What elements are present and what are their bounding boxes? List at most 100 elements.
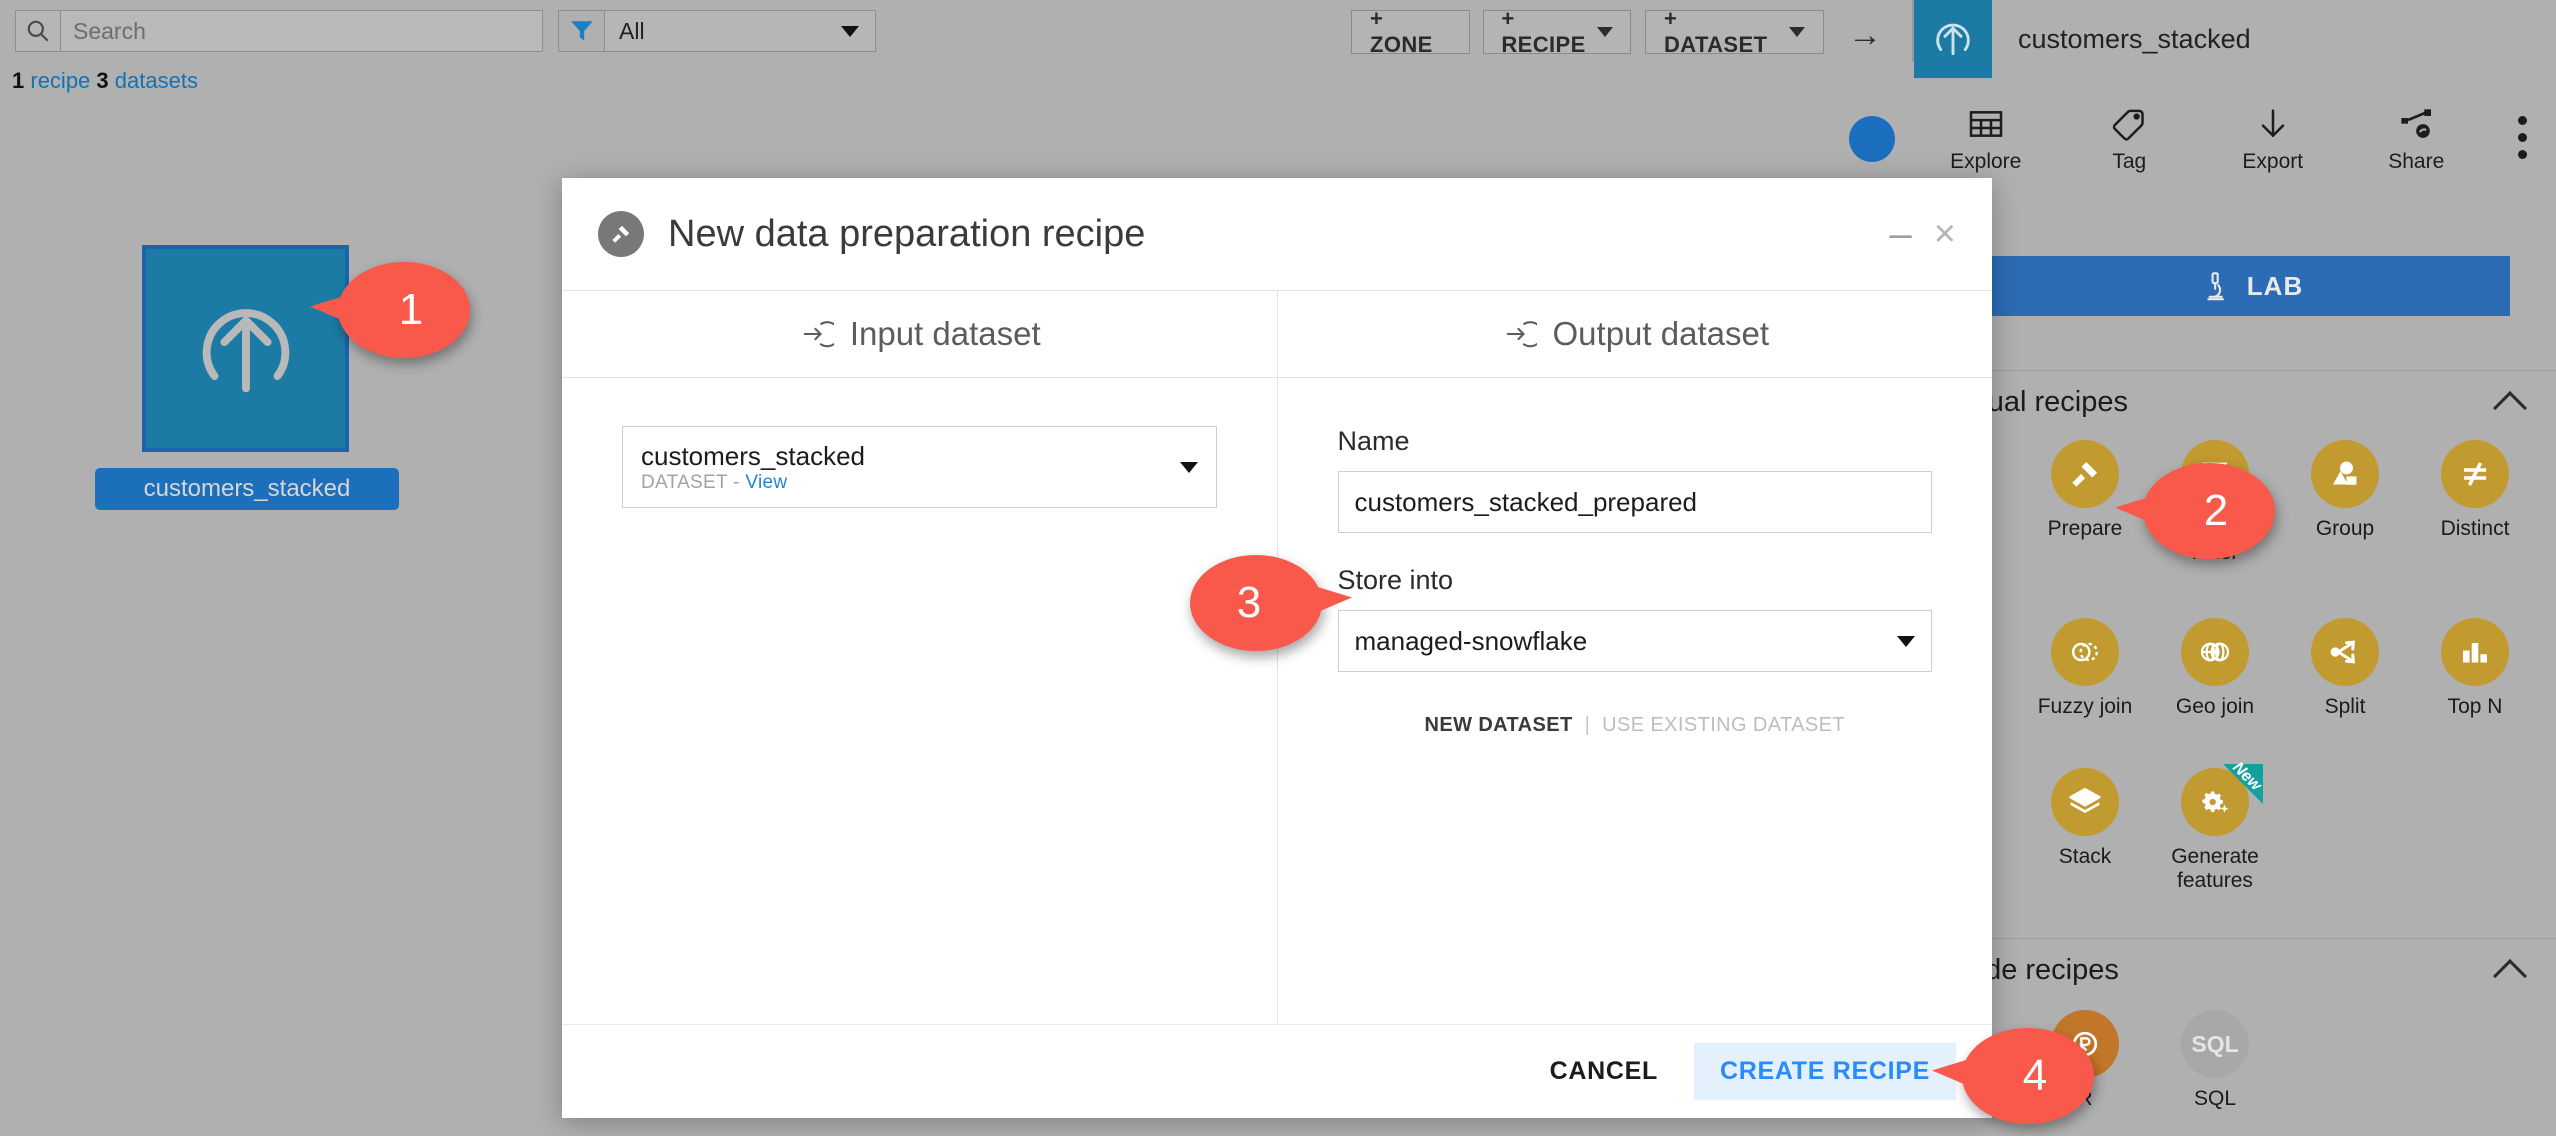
chevron-down-icon	[1597, 27, 1613, 37]
chevron-down-icon	[1789, 27, 1805, 37]
modal-footer: CANCEL CREATE RECIPE	[562, 1024, 1992, 1118]
recipe-top-n-label: Top N	[2448, 695, 2503, 719]
download-icon	[2253, 104, 2293, 144]
fuzzy-join-icon	[2051, 618, 2119, 686]
dataset-count: 3	[96, 68, 108, 93]
tab-output-dataset[interactable]: Output dataset	[1278, 291, 1993, 377]
tag-action[interactable]: Tag	[2058, 104, 2202, 174]
recipe-sql[interactable]: SQL SQL	[2150, 1010, 2280, 1111]
chevron-down-icon	[1180, 462, 1198, 473]
store-into-select[interactable]: managed-snowflake	[1338, 610, 1933, 672]
table-icon	[1966, 104, 2006, 144]
flow-toolbar: All 1 recipe 3 datasets + ZONE + RECIPE …	[0, 0, 1868, 62]
add-recipe-button[interactable]: + RECIPE	[1483, 10, 1631, 54]
more-options-button[interactable]	[2488, 104, 2556, 159]
panel-action-bar: Explore Tag Export	[1914, 104, 2556, 196]
recipe-generate-features[interactable]: New Generate features	[2150, 768, 2280, 892]
callout-4-number: 4	[1962, 1028, 2094, 1124]
modal-title: New data preparation recipe	[644, 213, 1868, 256]
store-into-value: managed-snowflake	[1355, 626, 1588, 657]
store-into-label: Store into	[1338, 565, 1933, 596]
recipe-split[interactable]: Split	[2280, 618, 2410, 719]
right-details-panel: customers_stacked Explore Tag	[1914, 0, 2556, 1136]
callout-1-number: 1	[338, 262, 470, 358]
recipe-window[interactable]: Window	[2540, 440, 2556, 564]
geo-join-icon	[2181, 618, 2249, 686]
chevron-up-icon	[2493, 391, 2527, 425]
add-dataset-button[interactable]: + DATASET	[1645, 10, 1824, 54]
panel-title: customers_stacked	[1992, 24, 2251, 55]
search-input[interactable]	[61, 11, 542, 51]
mode-separator: |	[1579, 714, 1597, 736]
chevron-down-icon	[841, 26, 859, 37]
export-action[interactable]: Export	[2201, 104, 2345, 174]
visual-recipes-section-header[interactable]: Visual recipes	[1914, 370, 2556, 434]
tag-icon	[2109, 104, 2149, 144]
cancel-button[interactable]: CANCEL	[1524, 1043, 1684, 1100]
microscope-icon	[2199, 269, 2233, 303]
recipe-fuzzy-join[interactable]: Fuzzy join	[2020, 618, 2150, 719]
flow-counts: 1 recipe 3 datasets	[12, 68, 198, 94]
recipe-count: 1	[12, 68, 24, 93]
explore-label: Explore	[1950, 150, 2021, 174]
prepare-recipe-icon	[598, 211, 644, 257]
close-icon[interactable]: ×	[1934, 213, 1956, 256]
recipe-generate-features-label: Generate features	[2154, 845, 2276, 892]
recipe-sort[interactable]: Sort	[2540, 618, 2556, 719]
minimize-icon[interactable]: –	[1868, 224, 1934, 244]
split-icon	[2311, 618, 2379, 686]
share-action[interactable]: Share	[2345, 104, 2489, 174]
output-name-input[interactable]	[1338, 471, 1933, 533]
add-dataset-label: + DATASET	[1664, 6, 1778, 58]
recipe-sql-label: SQL	[2194, 1087, 2236, 1111]
output-name-label: Name	[1338, 426, 1933, 457]
add-zone-label: + ZONE	[1370, 6, 1451, 58]
recipe-group[interactable]: Group	[2280, 440, 2410, 564]
tab-input-dataset[interactable]: Input dataset	[562, 291, 1278, 377]
recipe-prepare-label: Prepare	[2048, 517, 2123, 541]
export-label: Export	[2242, 150, 2303, 174]
new-badge-label: New	[2228, 759, 2264, 795]
use-existing-dataset-option[interactable]: USE EXISTING DATASET	[1602, 714, 1845, 736]
input-dataset-name: customers_stacked	[641, 440, 865, 473]
callout-3: 3	[1190, 555, 1322, 651]
recipe-top-n[interactable]: Top N	[2410, 618, 2540, 719]
filter-dropdown[interactable]: All	[558, 10, 876, 52]
input-dataset-sep: -	[728, 472, 746, 493]
recipe-stack[interactable]: Stack	[2020, 768, 2150, 892]
recipe-distinct[interactable]: Distinct	[2410, 440, 2540, 564]
new-dataset-option[interactable]: NEW DATASET	[1425, 714, 1573, 736]
search-box[interactable]	[15, 10, 543, 52]
input-dataset-column: customers_stacked DATASET - View	[562, 378, 1278, 1024]
recipe-split-label: Split	[2325, 695, 2366, 719]
callout-2-number: 2	[2143, 463, 2275, 559]
recipe-prepare[interactable]: Prepare	[2020, 440, 2150, 564]
zone-indicator-dot	[1849, 116, 1895, 162]
share-label: Share	[2388, 150, 2444, 174]
lab-button[interactable]: LAB	[1992, 256, 2510, 316]
dataset-mode-toggle: NEW DATASET | USE EXISTING DATASET	[1338, 714, 1933, 737]
recipe-fuzzy-join-label: Fuzzy join	[2038, 695, 2133, 719]
chevron-down-icon	[1897, 636, 1915, 647]
add-zone-button[interactable]: + ZONE	[1351, 10, 1470, 54]
output-dataset-column: Name Store into managed-snowflake NEW DA…	[1278, 378, 1993, 1024]
dataset-count-word: datasets	[115, 68, 198, 93]
code-recipes-section-header[interactable]: Code recipes	[1914, 938, 2556, 1002]
dataset-node-customers-stacked[interactable]	[142, 245, 349, 452]
recipe-geo-join-label: Geo join	[2176, 695, 2254, 719]
explore-action[interactable]: Explore	[1914, 104, 2058, 174]
collapse-panel-arrow-icon[interactable]: →	[1848, 18, 1882, 52]
kebab-dot-icon	[2518, 150, 2527, 159]
callout-3-number: 3	[1190, 555, 1322, 651]
create-recipe-button[interactable]: CREATE RECIPE	[1694, 1043, 1956, 1100]
filter-value: All	[605, 18, 841, 45]
panel-header: customers_stacked	[1914, 0, 2556, 78]
input-dataset-view-link[interactable]: View	[745, 472, 787, 493]
input-dataset-select[interactable]: customers_stacked DATASET - View	[622, 426, 1217, 508]
modal-body: customers_stacked DATASET - View Name St…	[562, 378, 1992, 1024]
callout-2: 2	[2143, 463, 2275, 559]
recipe-geo-join[interactable]: Geo join	[2150, 618, 2280, 719]
tag-label: Tag	[2112, 150, 2146, 174]
lab-label: LAB	[2247, 271, 2303, 302]
callout-4: 4	[1962, 1028, 2094, 1124]
